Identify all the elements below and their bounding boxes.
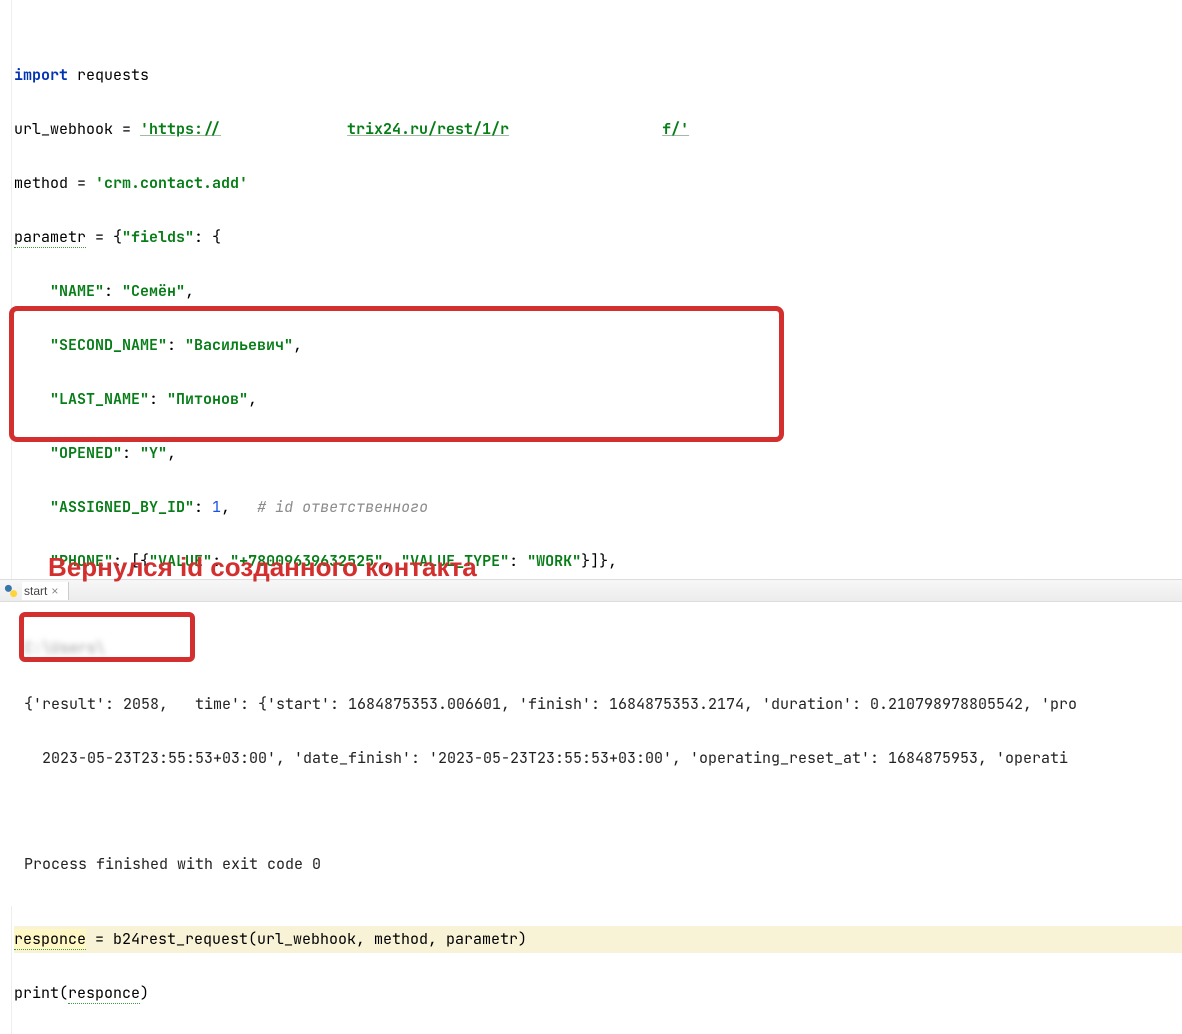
code-line[interactable]: "OPENED": "Y",	[14, 440, 1182, 467]
run-tab[interactable]: start ×	[22, 582, 69, 600]
key: "fields"	[122, 227, 194, 247]
run-tab-label: start	[24, 584, 47, 598]
code-line[interactable]: "ASSIGNED_BY_ID": 1, # id ответственного	[14, 494, 1182, 521]
comment: # id ответственного	[257, 497, 428, 517]
code-line[interactable]: method = 'crm.contact.add'	[14, 170, 1182, 197]
val: "Васильевич"	[185, 335, 293, 355]
key: "LAST_NAME"	[50, 389, 149, 409]
code-line[interactable]: print(responce)	[14, 980, 1182, 1007]
punct: = {	[86, 227, 122, 247]
code-line[interactable]: "NAME": "Семён",	[14, 278, 1182, 305]
annotation-label: Вернулся id созданного контакта	[48, 552, 477, 583]
val: "Семён"	[122, 281, 185, 301]
var: method =	[14, 173, 95, 193]
code-line[interactable]: parametr = {"fields": {	[14, 224, 1182, 251]
close-icon[interactable]: ×	[51, 584, 58, 598]
code-line[interactable]: url_webhook = 'https:// trix24.ru/rest/1…	[14, 116, 1182, 143]
key: "NAME"	[50, 281, 104, 301]
result-fragment: 2023-05-23T23:55:53+03:00', 'date_finish…	[42, 748, 1068, 768]
num: 1	[212, 497, 221, 517]
var-parametr: parametr	[14, 227, 86, 248]
console-line: {'result': 2058, time': {'start': 168487…	[24, 690, 1182, 718]
blurred-path: C:\Users\	[24, 638, 105, 658]
code-line[interactable]: import requests	[14, 62, 1182, 89]
console-line: C:\Users\	[24, 634, 1182, 662]
exit-message: Process finished with exit code 0	[24, 850, 1182, 878]
string-url-b: trix24.ru/rest/1/r	[347, 119, 509, 139]
code-line[interactable]: responce = b24rest_request(url_webhook, …	[14, 926, 1182, 953]
string-url-hidden	[221, 119, 347, 139]
python-icon	[4, 584, 18, 598]
string: 'crm.contact.add'	[95, 173, 248, 193]
key: "OPENED"	[50, 443, 122, 463]
string-url-a: 'https://	[140, 119, 221, 139]
console-output[interactable]: C:\Users\ {'result': 2058, time': {'star…	[0, 602, 1182, 906]
val: "Y"	[140, 443, 167, 463]
arg: responce	[68, 983, 140, 1004]
punct: : {	[194, 227, 221, 247]
console-line: 2023-05-23T23:55:53+03:00', 'date_finish…	[24, 744, 1182, 772]
string-url-hidden2	[509, 119, 662, 139]
result-fragment: {'result': 2058,	[24, 694, 177, 714]
keyword-import: import	[14, 65, 68, 85]
val: "WORK"	[527, 551, 581, 571]
result-fragment: time': {'start': 1684875353.006601, 'fin…	[195, 694, 1077, 714]
builtin-print: print	[14, 983, 59, 1003]
var-responce: responce	[14, 929, 86, 950]
code-line[interactable]: "SECOND_NAME": "Васильевич",	[14, 332, 1182, 359]
var: url_webhook =	[14, 119, 140, 139]
key: "ASSIGNED_BY_ID"	[50, 497, 194, 517]
val: "Питонов"	[167, 389, 248, 409]
string-url-c: f/'	[662, 119, 689, 139]
stmt: = b24rest_request(url_webhook, method, p…	[86, 929, 527, 949]
code-line[interactable]: "LAST_NAME": "Питонов",	[14, 386, 1182, 413]
module-name: requests	[68, 65, 149, 85]
key: "SECOND_NAME"	[50, 335, 167, 355]
blank-line	[24, 800, 1182, 822]
